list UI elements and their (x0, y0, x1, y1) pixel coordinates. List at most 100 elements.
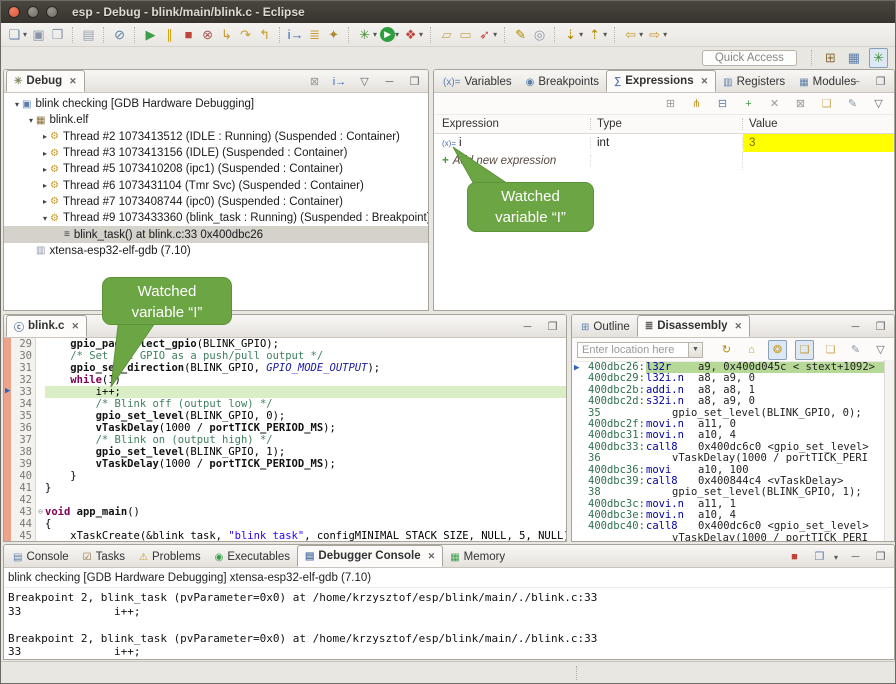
expander-icon[interactable]: ▾ (12, 100, 22, 109)
expander-icon[interactable]: ▸ (40, 197, 50, 206)
tab-blink-c[interactable]: ⓒ blink.c ✕ (6, 315, 87, 337)
show-types-icon[interactable]: ⊞ (662, 95, 679, 113)
save-icon[interactable]: ▣ (30, 26, 47, 44)
maximize-icon[interactable]: ❐ (872, 318, 889, 336)
disasm-line[interactable]: 400dbc2d:s32i.na8, a9, 0 (572, 396, 894, 407)
code-line[interactable]: gpio_set_direction(BLINK_GPIO, GPIO_MODE… (45, 362, 566, 374)
code-line[interactable]: void app_main() (45, 506, 566, 518)
track-current-icon[interactable]: ❂ (768, 340, 787, 360)
maximize-window-icon[interactable] (46, 6, 58, 18)
maximize-icon[interactable]: ❐ (406, 73, 423, 91)
flash-icon[interactable]: ➶ (476, 26, 493, 44)
folding-ruler[interactable]: ⊖ (36, 338, 45, 542)
open-project-icon[interactable]: ▱ (438, 26, 455, 44)
tab-debugger-console[interactable]: ▤Debugger Console✕ (297, 545, 443, 567)
tab-memory[interactable]: ▦Memory (443, 547, 512, 567)
new-view-icon[interactable]: ❏ (818, 95, 835, 113)
debug-tree-row[interactable]: ▸⚙Thread #7 1073408744 (ipc0) (Suspended… (4, 194, 428, 210)
new-wizard-icon[interactable]: ❏ (6, 26, 23, 44)
add-expression-icon[interactable]: + (740, 95, 757, 113)
maximize-icon[interactable]: ❐ (872, 548, 889, 566)
debug-tree-row[interactable]: ▾⚙Thread #9 1073433360 (blink_task : Run… (4, 210, 428, 226)
minimize-icon[interactable]: ─ (847, 73, 864, 91)
debug-perspective-icon[interactable]: ✳ (869, 48, 888, 68)
view-menu-icon[interactable]: ▽ (872, 341, 889, 359)
disassembly-listing[interactable]: ▶400dbc26:l32ra9, 0x400d045c < stext+109… (572, 362, 894, 542)
code-line[interactable]: while(1) (45, 374, 566, 386)
home-icon[interactable]: ⌂ (743, 341, 760, 359)
view-menu-icon[interactable]: ▽ (870, 95, 887, 113)
collapse-all-icon[interactable]: ⊟ (714, 95, 731, 113)
print-icon[interactable]: ▤ (80, 26, 97, 44)
tab-variables[interactable]: (x)=Variables (436, 72, 519, 92)
external-tools-icon[interactable]: ❖ (402, 26, 419, 44)
last-edit-icon[interactable]: ✎ (512, 26, 529, 44)
disasm-line[interactable]: vTaskDelay(1000 / portTICK_PERI (572, 533, 894, 542)
column-type[interactable]: Type (591, 118, 743, 130)
link-editor-icon[interactable]: ◎ (531, 26, 548, 44)
maximize-icon[interactable]: ❐ (544, 318, 561, 336)
annotation-ruler[interactable] (4, 338, 11, 542)
debug-tree-row[interactable]: ▸⚙Thread #2 1073413512 (IDLE : Running) … (4, 129, 428, 145)
logical-structure-icon[interactable]: ⋔ (688, 95, 705, 113)
close-icon[interactable]: ✕ (71, 321, 79, 332)
tab-outline[interactable]: ⊞ Outline (574, 317, 637, 337)
instruction-stepping-icon[interactable]: i→ (331, 73, 348, 91)
trace-control-icon[interactable]: ✦ (325, 26, 342, 44)
code-line[interactable]: /* Blink on (output high) */ (45, 434, 566, 446)
scrollbar[interactable] (884, 360, 894, 541)
debug-icon-dropdown[interactable]: ▾ (373, 30, 377, 39)
minimize-icon[interactable]: ─ (847, 548, 864, 566)
external-tools-icon-dropdown[interactable]: ▾ (419, 30, 423, 39)
expander-icon[interactable]: ▸ (40, 165, 50, 174)
run-icon-dropdown[interactable]: ▾ (395, 30, 399, 39)
quick-access-button[interactable]: Quick Access (702, 50, 797, 66)
view-menu-icon[interactable]: ▽ (356, 73, 373, 91)
tab-problems[interactable]: ⚠Problems (132, 547, 208, 567)
remove-expression-icon[interactable]: ✕ (766, 95, 783, 113)
close-icon[interactable]: ✕ (428, 551, 436, 562)
forward-icon-dropdown[interactable]: ▾ (663, 30, 667, 39)
close-icon[interactable]: ✕ (69, 76, 77, 87)
minimize-icon[interactable]: ─ (519, 318, 536, 336)
remove-terminated-icon[interactable]: ⊠ (306, 73, 323, 91)
step-into-icon[interactable]: ↳ (218, 26, 235, 44)
display-console-icon-dropdown[interactable]: ▾ (834, 553, 838, 562)
refresh-icon[interactable]: ↻ (718, 341, 735, 359)
terminate-icon[interactable]: ■ (786, 548, 803, 566)
expander-icon[interactable]: ▾ (26, 116, 36, 125)
column-expression[interactable]: Expression (434, 118, 591, 130)
prev-annotation-icon[interactable]: ⇡ (586, 26, 603, 44)
tab-registers[interactable]: ▥Registers (716, 72, 792, 92)
debug-tree-row[interactable]: ▸⚙Thread #3 1073413156 (IDLE) (Suspended… (4, 145, 428, 161)
back-icon[interactable]: ⇦ (622, 26, 639, 44)
code-editor[interactable]: 2930313233343536373839404142434445 ⊖ gpi… (4, 338, 566, 542)
title-bar[interactable]: esp - Debug - blink/main/blink.c - Eclip… (1, 1, 896, 23)
expander-icon[interactable]: ▸ (40, 132, 50, 141)
expression-row[interactable]: (x)=i int 3 (434, 134, 894, 152)
step-return-icon[interactable]: ↰ (256, 26, 273, 44)
flash-icon-dropdown[interactable]: ▾ (493, 30, 497, 39)
debug-tree-row[interactable]: ≡blink_task() at blink.c:33 0x400dbc26 (4, 226, 428, 242)
next-annotation-icon[interactable]: ⇣ (562, 26, 579, 44)
code-line[interactable]: gpio_pad_select_gpio(BLINK_GPIO); (45, 338, 566, 350)
add-expression-row[interactable]: +Add new expression (434, 152, 894, 170)
disconnect-icon[interactable]: ⊗ (199, 26, 216, 44)
minimize-window-icon[interactable] (27, 6, 39, 18)
expander-icon[interactable]: ▾ (40, 214, 50, 223)
code-line[interactable]: /* Set the GPIO as a push/pull output */ (45, 350, 566, 362)
cpp-perspective-icon[interactable]: ▦ (845, 49, 863, 67)
tab-executables[interactable]: ◉Executables (208, 547, 297, 567)
console-output[interactable]: Breakpoint 2, blink_task (pvParameter=0x… (4, 588, 894, 659)
debug-icon[interactable]: ✳ (356, 26, 373, 44)
prev-annotation-icon-dropdown[interactable]: ▾ (603, 30, 607, 39)
run-icon[interactable]: ▶ (380, 27, 395, 42)
show-debug-console-icon[interactable]: ≣ (306, 26, 323, 44)
suspend-icon[interactable]: ∥ (161, 26, 178, 44)
debug-tree-row[interactable]: ▥xtensa-esp32-elf-gdb (7.10) (4, 243, 428, 259)
debug-tree-row[interactable]: ▾▦blink.elf (4, 112, 428, 128)
code-line[interactable]: gpio_set_level(BLINK_GPIO, 0); (45, 410, 566, 422)
debug-tree-row[interactable]: ▾▣blink checking [GDB Hardware Debugging… (4, 96, 428, 112)
tab-tasks[interactable]: ☑Tasks (76, 547, 132, 567)
new-view-icon[interactable]: ❏ (822, 341, 839, 359)
